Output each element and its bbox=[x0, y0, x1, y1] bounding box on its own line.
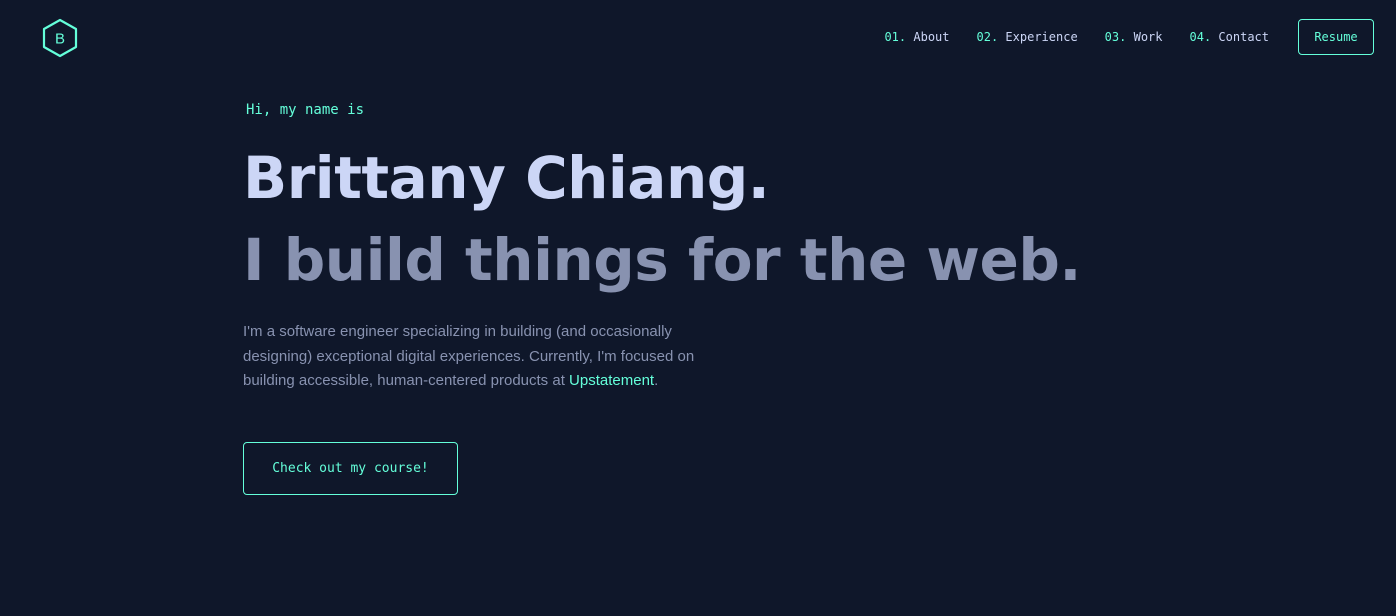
nav-label: Work bbox=[1133, 30, 1163, 44]
nav-label: Experience bbox=[1005, 30, 1078, 44]
nav-number: 03. bbox=[1104, 30, 1127, 44]
nav-label: About bbox=[913, 30, 950, 44]
hero-tagline: I build things for the web. bbox=[243, 226, 1081, 294]
nav-item-experience[interactable]: 02. Experience bbox=[977, 30, 1078, 44]
nav-item-contact[interactable]: 04. Contact bbox=[1190, 30, 1270, 44]
hero-name: Brittany Chiang. bbox=[243, 144, 770, 212]
greeting-text: Hi, my name is bbox=[246, 102, 365, 118]
nav-item-work[interactable]: 03. Work bbox=[1105, 30, 1163, 44]
nav-number: 04. bbox=[1189, 30, 1212, 44]
nav-number: 01. bbox=[884, 30, 907, 44]
nav-item-about[interactable]: 01. About bbox=[884, 30, 949, 44]
upstatement-link[interactable]: Upstatement bbox=[569, 372, 654, 389]
course-button[interactable]: Check out my course! bbox=[243, 442, 458, 495]
nav-label: Contact bbox=[1218, 30, 1269, 44]
logo-link[interactable]: B bbox=[40, 18, 80, 58]
hero-bio: I'm a software engineer specializing in … bbox=[243, 320, 743, 394]
nav-number: 02. bbox=[976, 30, 999, 44]
main-nav: 01. About 02. Experience 03. Work 04. Co… bbox=[884, 18, 1374, 56]
logo-letter: B bbox=[55, 31, 65, 48]
bio-end: . bbox=[654, 372, 659, 389]
hexagon-logo-icon: B bbox=[42, 18, 78, 58]
resume-button[interactable]: Resume bbox=[1298, 19, 1374, 55]
